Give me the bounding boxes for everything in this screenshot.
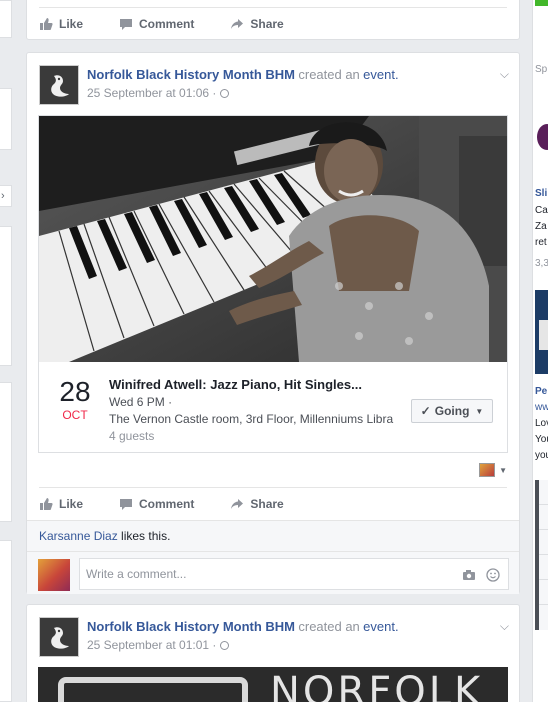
post-header: Norfolk Black History Month BHM created … <box>27 605 519 665</box>
post-header: Norfolk Black History Month BHM created … <box>27 53 519 113</box>
ad2-line-2: You <box>535 434 548 445</box>
post-verb: created an <box>298 67 360 82</box>
ad1-line-3: ret <box>535 237 547 248</box>
like-label: Like <box>59 16 84 31</box>
ad2-url[interactable]: ww <box>535 402 548 413</box>
chevron-down-icon[interactable]: ⌵ <box>500 619 509 634</box>
left-panel-2 <box>0 88 12 150</box>
thumbs-up-icon <box>40 17 53 30</box>
checkmark-icon: ✓ <box>420 404 431 418</box>
ad2-title[interactable]: Pe <box>535 386 547 397</box>
ad1-title[interactable]: Sli <box>535 188 547 199</box>
globe-icon <box>220 88 230 98</box>
share-label: Share <box>250 496 284 511</box>
event-date-day: 28 <box>59 376 91 407</box>
share-icon <box>231 18 244 29</box>
sidebar-list <box>535 480 548 630</box>
ad2-line-1: Lov <box>535 418 548 429</box>
thumbs-up-icon <box>40 497 53 510</box>
comment-button[interactable]: Comment <box>119 497 194 511</box>
event-location: The Vernon Castle room, 3rd Floor, Mille… <box>109 412 394 426</box>
comment-label: Comment <box>139 496 195 511</box>
bird-logo-icon <box>40 618 78 656</box>
comment-composer: Write a comment... <box>27 552 519 598</box>
left-column: › <box>0 0 12 702</box>
action-bar: Like Comment Share <box>39 7 507 39</box>
bird-logo-icon <box>40 66 78 104</box>
share-button[interactable]: Share <box>230 496 284 511</box>
event-date-month: OCT <box>62 408 88 422</box>
camera-icon[interactable] <box>462 569 476 581</box>
event-post-card: Norfolk Black History Month BHM created … <box>26 52 520 594</box>
banner-text: NORFOLK <box>270 669 484 702</box>
second-post-card: Norfolk Black History Month BHM created … <box>26 604 520 702</box>
post-header-text: Norfolk Black History Month BHM created … <box>87 67 399 100</box>
event-time: Wed 6 PM · <box>109 395 173 409</box>
profile-thumb-icon <box>479 463 496 477</box>
event-guests[interactable]: 4 guests <box>109 429 154 443</box>
right-sidebar: Sp Sli Ca Za ret 3,3 Pe ww Lov You you <box>532 0 548 702</box>
post-verb: created an <box>298 619 360 634</box>
event-cover-photo[interactable] <box>39 116 507 362</box>
share-icon <box>231 498 244 509</box>
ad-image-2[interactable] <box>535 290 548 374</box>
post-meta: 25 September at 01:06 · <box>87 86 399 100</box>
post-author-link[interactable]: Norfolk Black History Month BHM <box>87 619 295 634</box>
likes-summary: Karsanne Diaz likes this. <box>27 521 519 552</box>
event-attachment[interactable]: 28 OCT Winifred Atwell: Jazz Piano, Hit … <box>38 115 508 453</box>
action-bar: Like Comment Share <box>39 487 507 519</box>
previous-post-card: Like Comment Share <box>26 0 520 40</box>
post-timestamp[interactable]: 25 September at 01:01 · <box>87 638 216 652</box>
going-button[interactable]: ✓ Going ▼ <box>411 399 493 423</box>
ad2-line-3: you <box>535 450 548 461</box>
sponsored-heading: Sp <box>535 64 548 75</box>
event-banner[interactable]: NORFOLK <box>38 667 508 702</box>
event-details: 28 OCT Winifred Atwell: Jazz Piano, Hit … <box>39 362 507 452</box>
globe-icon <box>220 640 230 650</box>
going-label: Going <box>434 404 470 418</box>
like-label: Like <box>59 496 84 511</box>
comment-input[interactable]: Write a comment... <box>79 558 509 590</box>
caret-down-icon: ▼ <box>475 406 484 416</box>
comment-placeholder: Write a comment... <box>86 567 187 581</box>
caret-down-icon: ▼ <box>499 465 507 475</box>
post-meta: 25 September at 01:01 · <box>87 638 399 652</box>
ad1-line-2: Za <box>535 221 547 232</box>
emoji-icon[interactable] <box>486 568 500 582</box>
event-link[interactable]: event. <box>363 67 398 82</box>
event-link[interactable]: event. <box>363 619 398 634</box>
audience-selector[interactable]: ▼ <box>479 463 507 477</box>
share-label: Share <box>250 16 284 31</box>
page-avatar[interactable] <box>39 65 79 105</box>
ad1-line-1: Ca <box>535 205 548 216</box>
current-user-avatar[interactable] <box>38 559 70 591</box>
chevron-right-icon[interactable]: › <box>0 185 12 207</box>
ad-image-1[interactable] <box>535 100 548 180</box>
event-title[interactable]: Winifred Atwell: Jazz Piano, Hit Singles… <box>109 377 362 392</box>
comment-icon <box>120 18 133 30</box>
post-author-link[interactable]: Norfolk Black History Month BHM <box>87 67 295 82</box>
like-button[interactable]: Like <box>39 497 83 511</box>
ad1-count: 3,3 <box>535 258 548 269</box>
chevron-down-icon[interactable]: ⌵ <box>500 67 509 82</box>
left-panel-4 <box>0 382 12 522</box>
left-panel-5 <box>0 540 12 702</box>
banner-logo-shape <box>58 677 248 702</box>
like-button[interactable]: Like <box>39 17 83 31</box>
comment-icon <box>120 498 133 510</box>
comment-label: Comment <box>139 16 195 31</box>
comment-button[interactable]: Comment <box>119 17 194 31</box>
green-badge <box>535 0 548 6</box>
post-timestamp[interactable]: 25 September at 01:06 · <box>87 86 216 100</box>
liker-link[interactable]: Karsanne Diaz <box>39 529 118 543</box>
post-header-text: Norfolk Black History Month BHM created … <box>87 619 399 652</box>
likes-suffix: likes this. <box>117 529 171 543</box>
comment-section: Karsanne Diaz likes this. Write a commen… <box>27 520 519 594</box>
share-button[interactable]: Share <box>230 16 284 31</box>
left-panel-top <box>0 0 12 38</box>
page-avatar[interactable] <box>39 617 79 657</box>
left-panel-3 <box>0 226 12 366</box>
